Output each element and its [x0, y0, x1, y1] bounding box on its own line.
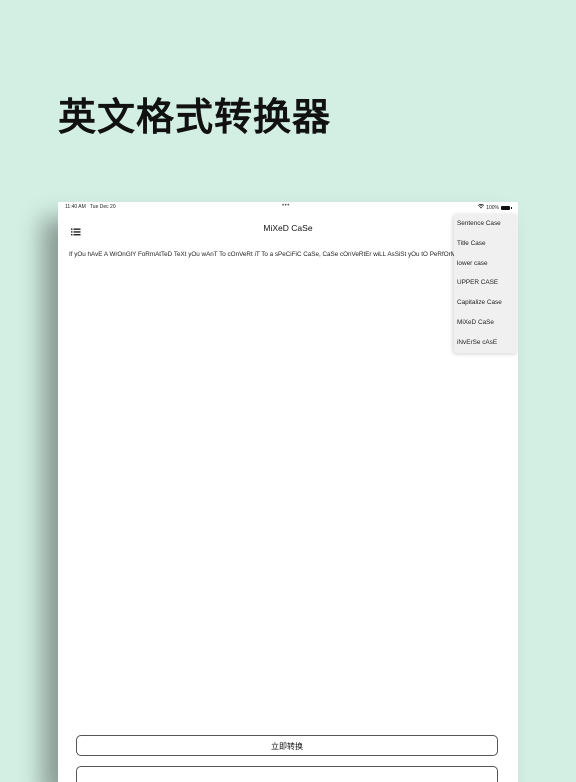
battery-percent: 100%: [486, 204, 499, 211]
status-time-date: 11:40 AM Tue Dec 20: [65, 204, 116, 210]
menu-item-inverse-case[interactable]: iNvErSe cAsE: [454, 333, 518, 353]
menu-item-upper-case[interactable]: UPPER CASE: [454, 273, 518, 293]
converted-text[interactable]: If yOu hAvE A WrOnGlY FoRmAtTeD TeXt yOu…: [69, 251, 509, 258]
menu-item-capitalize-case[interactable]: Capitalize Case: [454, 293, 518, 313]
menu-item-title-case[interactable]: Title Case: [454, 234, 518, 254]
navigation-bar: MiXeD CaSe: [58, 216, 518, 238]
status-indicators: 100%: [477, 203, 512, 211]
status-bar: 11:40 AM Tue Dec 20 ••• 100%: [58, 202, 518, 214]
promo-headline: 英文格式转换器: [58, 95, 332, 139]
multitasking-dots-icon[interactable]: •••: [282, 203, 290, 209]
menu-item-lower-case[interactable]: lower case: [454, 254, 518, 274]
convert-now-button[interactable]: 立即转换: [76, 735, 498, 756]
secondary-button[interactable]: [76, 766, 498, 782]
menu-item-mixed-case[interactable]: MiXeD CaSe: [454, 313, 518, 333]
battery-icon: [501, 205, 512, 210]
nav-title: MiXeD CaSe: [263, 223, 313, 233]
case-options-menu: Sentence Case Title Case lower case UPPE…: [454, 214, 518, 353]
app-screen: 11:40 AM Tue Dec 20 ••• 100% MiXeD CaSe …: [58, 202, 518, 782]
wifi-icon: [477, 203, 485, 211]
menu-item-sentence-case[interactable]: Sentence Case: [454, 214, 518, 234]
